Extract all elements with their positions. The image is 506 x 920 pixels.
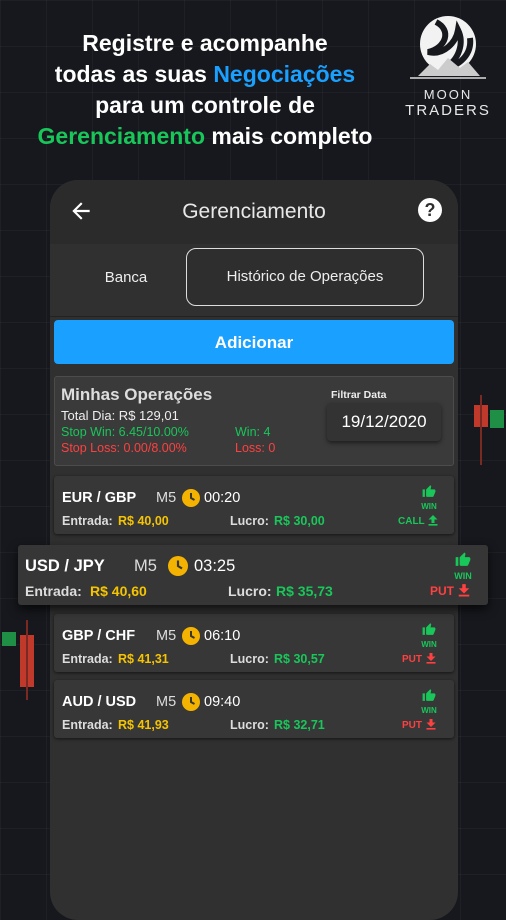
- operation-time: 03:25: [194, 557, 236, 575]
- thumbs-up-icon: [455, 552, 471, 566]
- clock-icon: [168, 556, 188, 576]
- clock-icon: [182, 489, 200, 507]
- lucro-label: Lucro:: [230, 514, 269, 528]
- summary-loss-count: Loss: 0: [235, 441, 276, 455]
- clock-icon: [182, 693, 200, 711]
- promo-headline: Registre e acompanhe todas as suas Negoc…: [0, 28, 410, 152]
- summary-panel: Minhas Operações Total Dia: R$ 129,01 St…: [54, 376, 454, 466]
- headline-line-3: para um controle de: [95, 92, 315, 118]
- headline-accent-gerenciamento: Gerenciamento: [37, 123, 205, 149]
- headline-line-1: Registre e acompanhe: [82, 30, 328, 56]
- entrada-value: R$ 41,31: [118, 652, 169, 666]
- thumbs-up-icon: [422, 485, 436, 497]
- arrow-down-icon: [459, 584, 470, 597]
- summary-title: Minhas Operações: [61, 385, 213, 404]
- direction-put: PUT: [402, 718, 437, 731]
- operation-card-highlighted[interactable]: USD / JPY M5 03:25 Entrada: R$ 40,60 Luc…: [18, 545, 488, 605]
- filter-date-field[interactable]: 19/12/2020: [327, 403, 441, 441]
- operation-timeframe: M5: [156, 694, 177, 710]
- direction-put: PUT: [430, 583, 471, 598]
- lucro-label: Lucro:: [230, 718, 269, 732]
- summary-stop-loss: Stop Loss: 0.00/8.00%: [61, 441, 187, 455]
- operation-pair: AUD / USD: [62, 694, 137, 710]
- thumbs-up-icon: [422, 689, 436, 701]
- operation-card[interactable]: EUR / GBP M5 00:20 Entrada: R$ 40,00 Luc…: [54, 476, 454, 534]
- clock-icon: [182, 627, 200, 645]
- entrada-value: R$ 41,93: [118, 718, 169, 732]
- operation-card[interactable]: GBP / CHF M5 06:10 Entrada: R$ 41,31 Luc…: [54, 614, 454, 672]
- background-candle: [490, 410, 504, 428]
- lucro-value: R$ 30,00: [274, 514, 325, 528]
- moon-traders-logo: MOON TRADERS: [396, 12, 500, 122]
- entrada-label: Entrada:: [62, 718, 113, 732]
- operation-timeframe: M5: [134, 557, 157, 575]
- operation-time: 00:20: [204, 490, 241, 506]
- operation-time: 06:10: [204, 628, 241, 644]
- entrada-value: R$ 40,00: [118, 514, 169, 528]
- moon-logo-icon: [410, 16, 486, 79]
- direction-put: PUT: [402, 652, 437, 665]
- operation-card[interactable]: AUD / USD M5 09:40 Entrada: R$ 41,93 Luc…: [54, 680, 454, 738]
- tab-bar: Banca Histórico de Operações: [50, 244, 458, 317]
- background-candle-wick: [26, 620, 28, 700]
- tab-banca[interactable]: Banca: [70, 250, 182, 306]
- background-candle-wick: [480, 395, 482, 465]
- headline-accent-negociacoes: Negociações: [213, 61, 356, 87]
- direction-call: CALL: [398, 514, 439, 527]
- app-bar: Gerenciamento ?: [50, 180, 458, 244]
- thumbs-up-icon: [422, 623, 436, 635]
- filter-date-label: Filtrar Data: [331, 389, 387, 401]
- lucro-value: R$ 35,73: [276, 583, 333, 599]
- result-text: WIN: [421, 706, 437, 715]
- entrada-label: Entrada:: [62, 652, 113, 666]
- headline-line-4: Gerenciamento mais completo: [37, 123, 373, 149]
- summary-stop-win: Stop Win: 6.45/10.00%: [61, 425, 189, 439]
- operation-pair: USD / JPY: [25, 557, 105, 575]
- result-badge: WIN: [412, 484, 446, 511]
- result-badge: WIN: [412, 622, 446, 649]
- arrow-up-icon: [428, 515, 438, 526]
- operation-timeframe: M5: [156, 490, 177, 506]
- tab-historico-operacoes[interactable]: Histórico de Operações: [186, 248, 424, 306]
- summary-total: Total Dia: R$ 129,01: [61, 408, 179, 423]
- background-candle: [2, 632, 16, 646]
- entrada-label: Entrada:: [25, 583, 82, 599]
- logo-text-traders: TRADERS: [405, 102, 491, 119]
- operation-pair: EUR / GBP: [62, 490, 137, 506]
- result-text: WIN: [454, 571, 472, 581]
- lucro-label: Lucro:: [228, 583, 272, 599]
- add-button[interactable]: Adicionar: [54, 320, 454, 364]
- arrow-down-icon: [426, 653, 436, 664]
- summary-win-count: Win: 4: [235, 425, 271, 439]
- arrow-down-icon: [426, 719, 436, 730]
- result-badge: WIN: [412, 688, 446, 715]
- page-title: Gerenciamento: [182, 200, 326, 223]
- lucro-label: Lucro:: [230, 652, 269, 666]
- lucro-value: R$ 32,71: [274, 718, 325, 732]
- operation-timeframe: M5: [156, 628, 177, 644]
- operation-time: 09:40: [204, 694, 241, 710]
- lucro-value: R$ 30,57: [274, 652, 325, 666]
- headline-line-2: todas as suas Negociações: [54, 61, 356, 87]
- help-icon[interactable]: ?: [418, 198, 442, 222]
- logo-text-moon: MOON: [423, 87, 473, 102]
- entrada-label: Entrada:: [62, 514, 113, 528]
- result-badge: WIN: [446, 551, 480, 581]
- operation-pair: GBP / CHF: [62, 628, 136, 644]
- result-text: WIN: [421, 640, 437, 649]
- entrada-value: R$ 40,60: [90, 583, 147, 599]
- result-text: WIN: [421, 502, 437, 511]
